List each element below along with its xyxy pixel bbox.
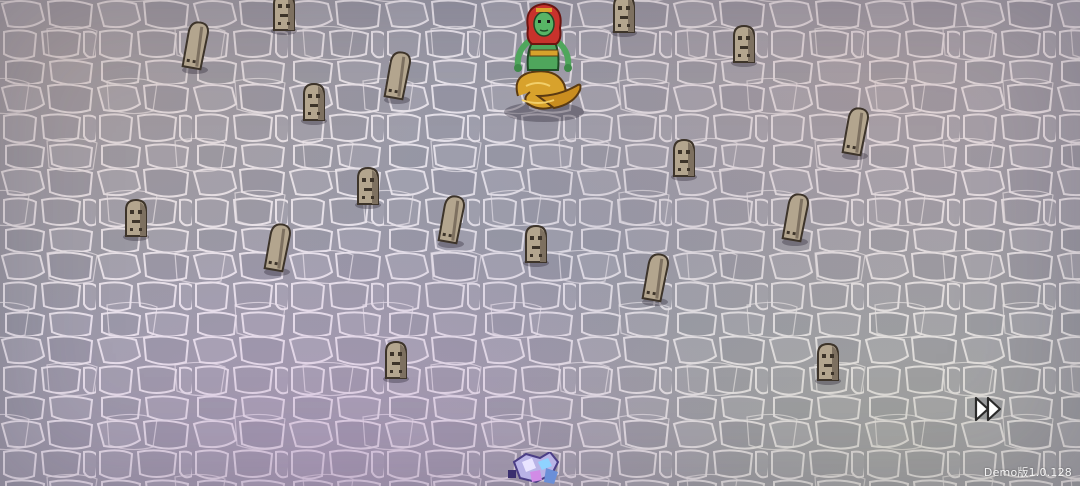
stone-totem: [298, 82, 330, 126]
fast-forward-icon: [974, 396, 1002, 422]
naga-boss[interactable]: [498, 0, 590, 124]
stone-totem: [380, 340, 412, 384]
stone-totem: [268, 0, 300, 36]
stone-totem: [352, 166, 384, 210]
stone-totem: [608, 0, 640, 38]
stone-totem: [840, 106, 870, 162]
stone-totem: [262, 222, 292, 278]
stone-totem: [812, 342, 844, 386]
stone-totem: [520, 224, 552, 268]
fast-forward-button[interactable]: [972, 394, 1008, 424]
stone-totem: [180, 20, 210, 76]
stone-totem: [728, 24, 760, 68]
stone-totem: [668, 138, 700, 182]
stone-totem: [120, 198, 152, 242]
stone-totem: [436, 194, 466, 250]
version-label: Demo版1.0.128: [983, 466, 1072, 479]
stone-totem: [640, 252, 670, 308]
stone-totem: [780, 192, 810, 248]
player-character[interactable]: [506, 450, 566, 486]
game-viewport[interactable]: Demo版1.0.128: [0, 0, 1080, 486]
stone-totem: [382, 50, 412, 106]
